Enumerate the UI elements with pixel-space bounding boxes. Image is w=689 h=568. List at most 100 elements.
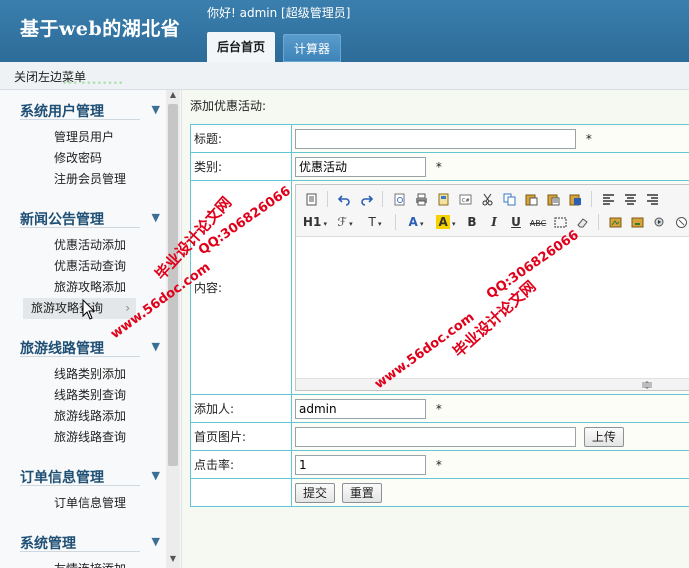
font-color-icon: A [408, 215, 418, 229]
select-all-icon[interactable] [549, 212, 571, 232]
align-center-icon[interactable] [619, 189, 641, 209]
scroll-thumb[interactable] [168, 104, 178, 466]
template-icon[interactable] [432, 189, 454, 209]
insert-emoticon-icon[interactable] [670, 212, 689, 232]
reset-button[interactable]: 重置 [341, 482, 382, 503]
insert-flash-icon[interactable] [626, 212, 648, 232]
clicks-input[interactable] [295, 454, 426, 475]
group-title-label: 新闻公告管理 [20, 212, 104, 228]
upload-button[interactable]: 上传 [583, 426, 624, 447]
group-items: 管理员用户 修改密码 注册会员管理 [0, 120, 166, 198]
paste-word-icon[interactable] [564, 189, 586, 209]
category-input[interactable] [295, 156, 426, 177]
copy-icon[interactable] [498, 189, 520, 209]
sidebar-item-add-friend-link[interactable]: 友情连接添加 [23, 559, 136, 568]
category-label: 类别: [190, 152, 292, 181]
sidebar-item-query-promotion[interactable]: 优惠活动查询 [23, 256, 136, 277]
scroll-up-arrow-icon[interactable]: ▲ [166, 90, 180, 102]
eraser-icon[interactable] [571, 212, 593, 232]
font-color-dropdown[interactable]: A ▾ [401, 212, 431, 232]
sidebar-item-member-management[interactable]: 注册会员管理 [23, 169, 136, 190]
toolbar-divider [327, 191, 328, 207]
image-path-input[interactable] [295, 426, 576, 447]
sidebar-item-change-password[interactable]: 修改密码 [23, 148, 136, 169]
code-icon[interactable]: C# [454, 189, 476, 209]
scroll-down-arrow-icon[interactable]: ▼ [166, 554, 180, 566]
highlight-color-dropdown[interactable]: A ▾ [431, 212, 461, 232]
sidebar-item-add-guide[interactable]: 旅游攻略添加 [23, 277, 136, 298]
insert-media-icon[interactable] [648, 212, 670, 232]
tab-home[interactable]: 后台首页 [207, 32, 276, 62]
author-input[interactable] [295, 398, 426, 419]
strikethrough-icon: ABC [529, 219, 547, 228]
editor-status-bar [296, 378, 689, 390]
sidebar-group-system-users[interactable]: 系统用户管理 ▼ [20, 90, 160, 120]
group-title-label: 系统用户管理 [20, 104, 104, 120]
heading-icon: H1 [302, 215, 322, 229]
italic-button[interactable]: I [483, 212, 505, 232]
group-items: 线路类别添加 线路类别查询 旅游线路添加 旅游线路查询 [0, 357, 166, 456]
sidebar-group-orders[interactable]: 订单信息管理 ▼ [20, 456, 160, 486]
image-label: 首页图片: [190, 422, 292, 451]
align-left-icon[interactable] [597, 189, 619, 209]
mouse-pointer-icon [82, 299, 96, 320]
paste-icon[interactable] [520, 189, 542, 209]
sidebar-item-add-route-category[interactable]: 线路类别添加 [23, 364, 136, 385]
sidebar-item-admin-users[interactable]: 管理员用户 [23, 127, 136, 148]
sidebar-item-add-promotion[interactable]: 优惠活动添加 [23, 235, 136, 256]
editor-toolbar-row: C# [300, 188, 663, 210]
submit-button[interactable]: 提交 [295, 482, 336, 503]
bold-icon: B [467, 215, 477, 229]
editor-toolbar-row: H1 ▾ ℱ ▾ T ▾ A ▾ A ▾ B I U ABC [300, 211, 689, 233]
caret-down-icon: ▼ [151, 340, 160, 353]
sidebar-group-news[interactable]: 新闻公告管理 ▼ [20, 198, 160, 228]
svg-text:C#: C# [462, 198, 470, 204]
source-icon[interactable] [300, 189, 322, 209]
sidebar-item-add-route[interactable]: 旅游线路添加 [23, 406, 136, 427]
sidebar-menu: 系统用户管理 ▼ 管理员用户 修改密码 注册会员管理 新闻公告管理 ▼ 优惠活动… [0, 90, 166, 568]
align-right-icon[interactable] [641, 189, 663, 209]
strikethrough-button[interactable]: ABC [527, 212, 549, 232]
caret-down-icon: ▼ [151, 535, 160, 548]
undo-icon[interactable] [333, 189, 355, 209]
welcome-text: 你好! admin [超级管理员] [207, 6, 351, 20]
main-content: 添加优惠活动: 标题: * 类别: * 内容: [182, 90, 689, 568]
toolbar-strip: 关闭左边菜单 ••• •••••••• [0, 62, 689, 90]
sidebar-item-query-route[interactable]: 旅游线路查询 [23, 427, 136, 448]
sidebar-group-routes[interactable]: 旅游线路管理 ▼ [20, 327, 160, 357]
author-label: 添加人: [190, 394, 292, 423]
sidebar-item-query-route-category[interactable]: 线路类别查询 [23, 385, 136, 406]
font-icon: ℱ [337, 215, 347, 229]
toolbar-divider [598, 214, 599, 230]
tab-calculator[interactable]: 计算器 [283, 34, 342, 62]
content-label: 内容: [190, 180, 292, 395]
preview-icon[interactable] [388, 189, 410, 209]
sidebar-item-order-management[interactable]: 订单信息管理 [23, 493, 136, 514]
editor-content-area[interactable] [296, 237, 689, 377]
sidebar-scrollbar[interactable]: ▲ ▼ [166, 90, 180, 568]
required-mark: * [435, 457, 442, 472]
redo-icon[interactable] [355, 189, 377, 209]
paste-text-icon[interactable] [542, 189, 564, 209]
cut-icon[interactable] [476, 189, 498, 209]
required-mark: * [435, 159, 442, 174]
empty-cell [190, 478, 292, 507]
bold-button[interactable]: B [461, 212, 483, 232]
insert-image-icon[interactable] [604, 212, 626, 232]
font-size-icon: T [368, 215, 376, 229]
heading-dropdown[interactable]: H1 ▾ [300, 212, 330, 232]
font-family-dropdown[interactable]: ℱ ▾ [330, 212, 360, 232]
page-title: 添加优惠活动: [190, 99, 267, 113]
print-icon[interactable] [410, 189, 432, 209]
required-mark: * [585, 131, 592, 146]
sidebar-item-query-guide[interactable]: 旅游攻略查询 › [23, 298, 136, 319]
font-size-dropdown[interactable]: T ▾ [360, 212, 390, 232]
sidebar-group-system[interactable]: 系统管理 ▼ [20, 522, 160, 552]
toolbar-divider [591, 191, 592, 207]
underline-button[interactable]: U [505, 212, 527, 232]
title-input[interactable] [295, 128, 576, 149]
chevron-right-icon: › [125, 301, 130, 315]
resize-handle-icon[interactable] [641, 381, 653, 389]
italic-icon: I [491, 215, 497, 229]
caret-down-icon: ▼ [151, 211, 160, 224]
